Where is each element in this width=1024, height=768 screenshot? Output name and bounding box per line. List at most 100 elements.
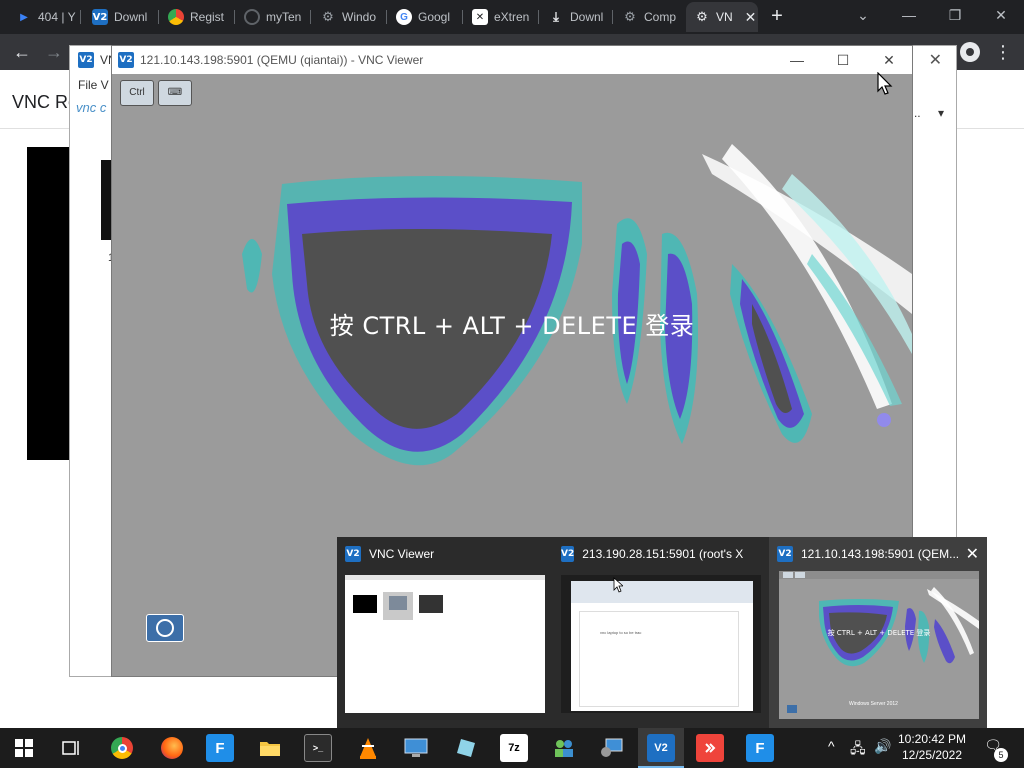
app-f-icon[interactable]: F — [746, 734, 774, 762]
tab-label: VN — [716, 10, 733, 24]
tab-label: myTen — [266, 10, 302, 24]
preview-213-session[interactable]: V2 213.190.28.151:5901 (root's X de... v… — [553, 537, 769, 728]
tab-separator — [612, 10, 613, 24]
7zip-icon[interactable]: 7z — [500, 734, 528, 762]
browser-tab-strip: ▶ 404 | Y V2 Downl Regist myTen ⚙ Windo … — [0, 0, 1024, 34]
network-users-icon[interactable] — [550, 734, 578, 762]
file-explorer-icon[interactable] — [256, 734, 284, 762]
app-f-icon[interactable]: F — [206, 734, 234, 762]
preview-thumbnail — [345, 575, 545, 713]
clock-time: 10:20:42 PM — [897, 732, 967, 746]
tab-label: Googl — [418, 10, 451, 24]
preview-title: 121.10.143.198:5901 (QEM... — [801, 547, 960, 561]
tab-label: Downl — [570, 10, 604, 24]
tab-separator — [234, 10, 235, 24]
windows-taskbar: F >_ 7z V2 F ^ 🖧 🔊 10:20:42 PM 12/25/202… — [0, 728, 1024, 768]
address-book-menu[interactable]: File V — [78, 78, 109, 92]
circle-icon — [244, 9, 260, 25]
minimize-icon[interactable]: — — [774, 46, 820, 74]
new-tab-button[interactable]: + — [766, 5, 788, 27]
minimize-icon[interactable]: — — [886, 0, 932, 30]
terminal-icon[interactable]: >_ — [304, 734, 332, 762]
profile-icon[interactable] — [960, 42, 980, 62]
caret-down-icon: ▾ — [937, 106, 944, 120]
back-arrow-icon[interactable]: ← — [10, 40, 34, 64]
vnc-icon: V2 — [777, 546, 793, 562]
vnc-connect-logo: vnc c — [76, 100, 107, 115]
tab-separator — [462, 10, 463, 24]
task-view-icon[interactable] — [58, 734, 86, 762]
close-icon[interactable]: ✕ — [866, 46, 912, 74]
vnc-icon: V2 — [92, 9, 108, 25]
remote-desktop-icon[interactable] — [402, 734, 430, 762]
close-icon[interactable]: ✕ — [745, 9, 757, 26]
taskbar-preview-panel: V2 VNC Viewer V2 213.190.28.151:5901 (ro… — [337, 537, 987, 728]
preview-title: 213.190.28.151:5901 (root's X de... — [582, 547, 743, 561]
close-icon[interactable]: ✕ — [929, 50, 942, 70]
tab-label: 404 | Y — [38, 10, 76, 24]
restore-icon[interactable]: ❐ — [932, 0, 978, 30]
tab-label: Windo — [342, 10, 377, 24]
ease-of-access-icon[interactable] — [146, 614, 184, 642]
vnc-icon: V2 — [561, 546, 575, 562]
extreme-icon: ✕ — [472, 9, 488, 25]
windows-start-icon[interactable] — [10, 734, 38, 762]
download-icon: ⤓ — [553, 9, 559, 24]
vnc-icon: ⚙ — [696, 9, 708, 24]
close-icon[interactable]: ✕ — [978, 0, 1024, 30]
preview-brand: Windows Server 2012 — [849, 701, 898, 707]
notification-count: 5 — [994, 748, 1008, 762]
forward-arrow-icon[interactable]: → — [42, 40, 66, 64]
network-icon[interactable]: 🖧 — [850, 738, 866, 762]
settings-icon: ⚙ — [624, 9, 636, 24]
vnc-titlebar[interactable]: V2 121.10.143.198:5901 (QEMU (qiantai)) … — [112, 46, 912, 74]
gear-icon: ⚙ — [322, 9, 334, 24]
page-image — [27, 147, 72, 460]
maximize-icon[interactable]: ☐ — [820, 46, 866, 74]
chrome-icon[interactable] — [108, 734, 136, 762]
preview-vnc-viewer[interactable]: V2 VNC Viewer — [337, 537, 553, 728]
volume-icon[interactable]: 🔊 — [874, 738, 891, 755]
keyboard-icon[interactable]: ⌨ — [158, 80, 192, 106]
tab-separator — [538, 10, 539, 24]
tab-vnc-active[interactable]: ⚙ VN ✕ — [686, 2, 758, 32]
tab-downloads[interactable]: ⤓ Downl — [540, 2, 612, 32]
chevron-down-icon[interactable]: ⌄ — [840, 0, 886, 30]
vlc-icon[interactable] — [354, 734, 382, 762]
system-clock[interactable]: 10:20:42 PM 12/25/2022 — [896, 731, 968, 763]
tab-google[interactable]: G Googl — [388, 2, 462, 32]
control-panel-icon[interactable] — [598, 734, 626, 762]
mouse-cursor-icon — [613, 577, 623, 593]
tab-404[interactable]: ▶ 404 | Y — [8, 2, 80, 32]
doc-text: vnc laptop to so be trac — [600, 630, 642, 635]
chrome-icon — [168, 9, 184, 25]
google-icon: G — [396, 9, 412, 25]
close-icon[interactable]: ✕ — [966, 544, 979, 564]
preview-121-session[interactable]: V2 121.10.143.198:5901 (QEM... ✕ 按 CTRL … — [769, 537, 987, 728]
preview-thumbnail: 按 CTRL + ALT + DELETE 登录 Windows Server … — [779, 571, 979, 719]
tab-computer[interactable]: ⚙ Comp — [614, 2, 686, 32]
tab-label: Downl — [114, 10, 148, 24]
tab-mytencent[interactable]: myTen — [236, 2, 310, 32]
vnc-icon: V2 — [345, 546, 361, 562]
preview-title: VNC Viewer — [369, 547, 435, 561]
chevron-up-icon[interactable]: ^ — [828, 738, 835, 754]
tab-separator — [158, 10, 159, 24]
tab-label: Regist — [190, 10, 225, 24]
preview-thumbnail: vnc laptop to so be trac — [561, 575, 761, 713]
firefox-icon[interactable] — [158, 734, 186, 762]
login-prompt: 按 CTRL + ALT + DELETE 登录 — [329, 312, 695, 340]
app-diamond-icon[interactable] — [452, 734, 480, 762]
menu-kebab-icon[interactable]: ⋮ — [994, 40, 1012, 64]
tab-register[interactable]: Regist — [160, 2, 234, 32]
vnc-icon[interactable]: V2 — [647, 734, 675, 762]
tab-label: eXtren — [494, 10, 530, 24]
preview-login-prompt: 按 CTRL + ALT + DELETE 登录 — [827, 629, 931, 637]
tab-windows[interactable]: ⚙ Windo — [312, 2, 386, 32]
play-icon: ▶ — [20, 11, 28, 23]
tab-extreme[interactable]: ✕ eXtren — [464, 2, 538, 32]
anydesk-icon[interactable] — [696, 734, 724, 762]
ctrl-alt-del-button[interactable]: Ctrl — [120, 80, 154, 106]
tab-download-vnc[interactable]: V2 Downl — [84, 2, 158, 32]
vnc-icon: V2 — [78, 52, 94, 68]
